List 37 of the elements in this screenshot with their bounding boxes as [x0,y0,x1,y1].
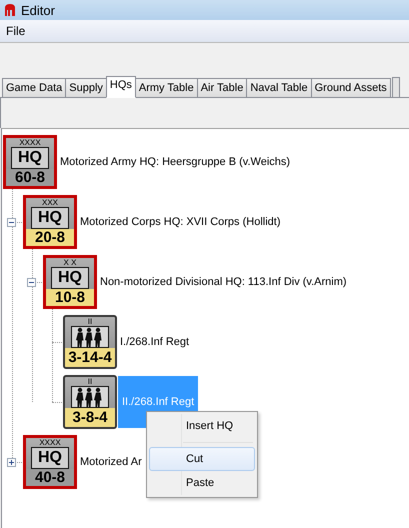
strength-text: 3-14-4 [65,348,115,367]
echelon-text: XXXX [39,438,61,447]
tab[interactable]: Supply [65,78,107,97]
echelon-text: XXX [42,198,58,207]
counter-symbol: HQ [31,447,69,469]
strength-text: 20-8 [26,229,74,246]
strength-text: 3-8-4 [65,408,115,427]
tab[interactable]: Army Table [134,78,198,97]
tree-item[interactable]: Motorized Ar [78,456,144,468]
strength-text: 40-8 [26,469,74,486]
counter-symbol: HQ [51,267,89,289]
tree-item[interactable]: Non-motorized Divisional HQ: 113.Inf Div (v.Arnim) [98,276,349,288]
tab[interactable]: Game Data [2,78,66,97]
tab[interactable]: Air Table [196,78,248,97]
echelon-text: XXXX [19,138,41,147]
expand-icon[interactable] [7,458,16,466]
collapse-icon[interactable] [27,278,36,286]
tab[interactable] [392,77,400,97]
tree-item[interactable]: I./268.Inf Regt [118,336,192,348]
echelon-text: II [88,377,92,386]
window-title: Editor [21,2,55,18]
tab[interactable]: Naval Table [246,78,312,97]
counter-symbol: HQ [11,147,49,169]
echelon-text: X X [64,258,76,267]
tree-item[interactable]: Motorized Corps HQ: XVII Corps (Hollidt) [78,216,282,228]
tree-item[interactable]: Motorized Army HQ: Heersgruppe B (v.Weichs) [58,156,292,168]
counter-symbol: HQ [31,207,69,229]
tab[interactable]: Ground Assets [310,78,391,97]
helmet-icon [4,3,16,17]
strength-text: 60-8 [6,169,54,186]
tab[interactable]: HQs [106,76,136,98]
menu-item[interactable]: File [0,24,32,38]
menu-item[interactable]: Cut [149,447,255,471]
echelon-text: II [88,317,92,326]
strength-text: 10-8 [46,289,94,306]
collapse-icon[interactable] [7,218,16,226]
menu-item[interactable]: Paste [149,471,255,495]
